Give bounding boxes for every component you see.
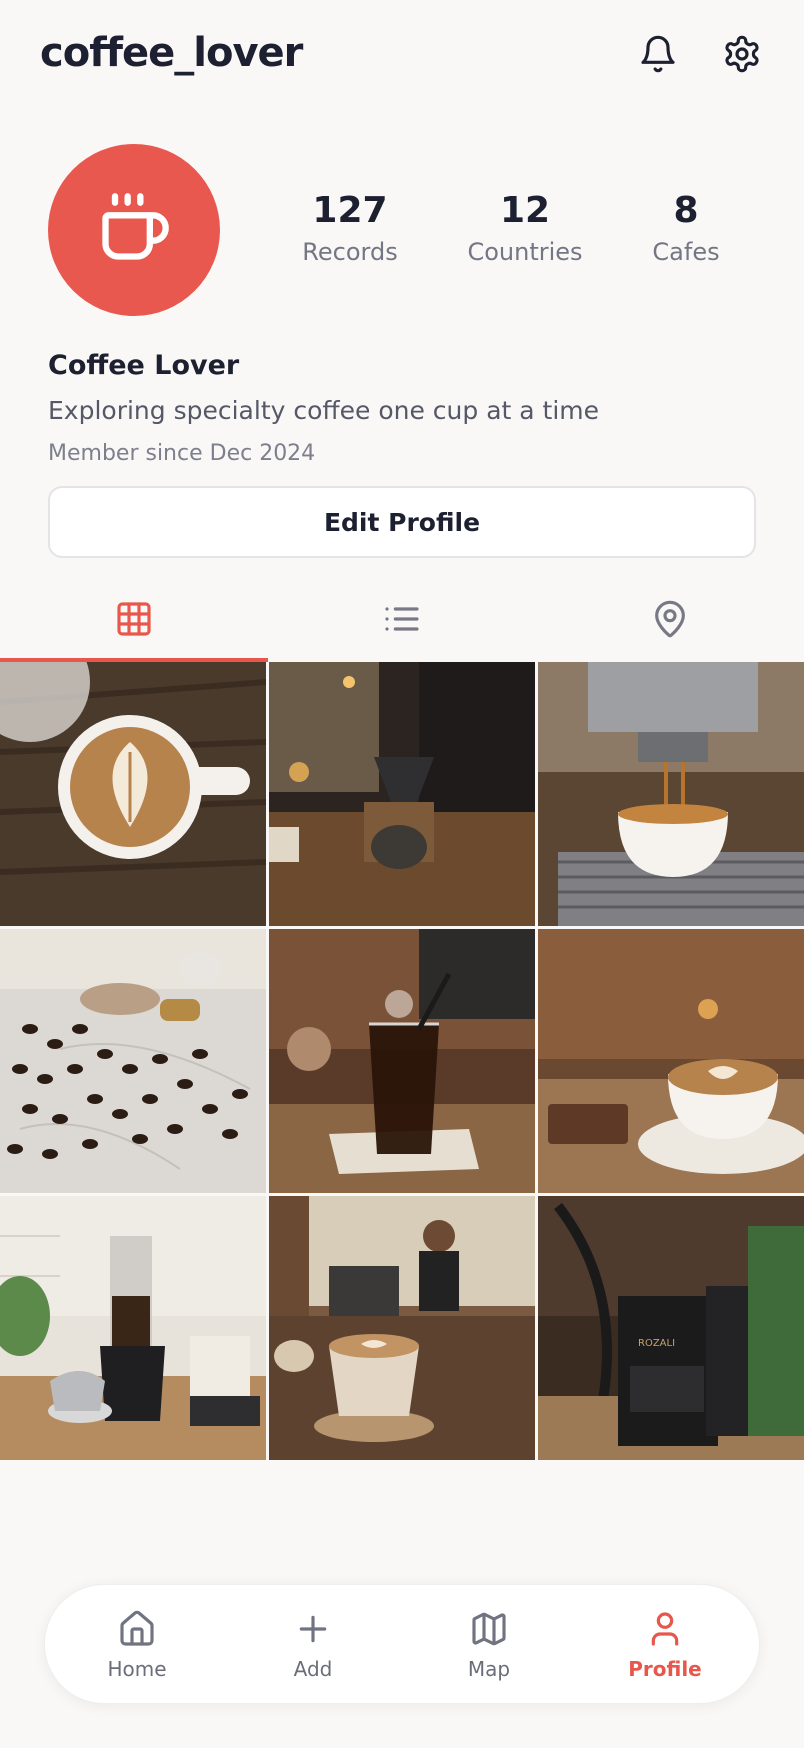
stat-label: Cafes bbox=[652, 238, 720, 266]
nav-profile[interactable]: Profile bbox=[605, 1607, 725, 1681]
grid-icon bbox=[114, 599, 154, 643]
stat-records[interactable]: 127 Records bbox=[296, 190, 404, 266]
plus-icon bbox=[253, 1607, 373, 1651]
nav-label: Home bbox=[107, 1657, 167, 1681]
bottom-nav: Home Add Map Profile bbox=[44, 1584, 760, 1704]
svg-text:ROZALI: ROZALI bbox=[638, 1338, 675, 1349]
tab-grid[interactable] bbox=[0, 580, 268, 662]
stat-value: 8 bbox=[673, 190, 699, 231]
content-tabs bbox=[0, 580, 804, 662]
photo-pour-over[interactable] bbox=[269, 662, 535, 926]
coffee-cup-icon bbox=[96, 190, 172, 270]
photo-grid: ROZALI bbox=[0, 662, 804, 1462]
nav-label: Profile bbox=[628, 1657, 702, 1681]
nav-label: Add bbox=[293, 1657, 333, 1681]
photo-cappuccino[interactable] bbox=[538, 929, 804, 1193]
stat-value: 127 bbox=[312, 190, 388, 231]
photo-aeropress[interactable] bbox=[0, 1196, 266, 1460]
stat-cafes[interactable]: 8 Cafes bbox=[636, 190, 736, 266]
stat-label: Countries bbox=[467, 238, 583, 266]
bio: Exploring specialty coffee one cup at a … bbox=[48, 396, 600, 425]
home-icon bbox=[77, 1607, 197, 1651]
stat-label: Records bbox=[302, 238, 398, 266]
bell-icon[interactable] bbox=[634, 30, 682, 78]
map-icon bbox=[429, 1607, 549, 1651]
photo-espresso[interactable] bbox=[538, 662, 804, 926]
photo-iced-cold-brew[interactable] bbox=[269, 929, 535, 1193]
display-name: Coffee Lover bbox=[48, 350, 240, 381]
map-pin-icon bbox=[650, 599, 690, 643]
nav-label: Map bbox=[467, 1657, 511, 1681]
photo-coffee-bags[interactable]: ROZALI bbox=[538, 1196, 804, 1460]
tab-list[interactable] bbox=[268, 580, 536, 662]
nav-map[interactable]: Map bbox=[429, 1607, 549, 1681]
edit-profile-button[interactable]: Edit Profile bbox=[48, 486, 756, 558]
user-icon bbox=[605, 1607, 725, 1651]
photo-latte-art[interactable] bbox=[0, 662, 266, 926]
stat-value: 12 bbox=[499, 190, 551, 231]
tab-map[interactable] bbox=[536, 580, 804, 662]
list-icon bbox=[382, 599, 422, 643]
photo-coffee-beans[interactable] bbox=[0, 929, 266, 1193]
username: coffee_lover bbox=[40, 30, 303, 76]
nav-add[interactable]: Add bbox=[253, 1607, 373, 1681]
top-bar: coffee_lover bbox=[0, 0, 804, 112]
avatar[interactable] bbox=[48, 144, 220, 316]
stat-countries[interactable]: 12 Countries bbox=[460, 190, 590, 266]
nav-home[interactable]: Home bbox=[77, 1607, 197, 1681]
member-since: Member since Dec 2024 bbox=[48, 441, 316, 466]
gear-icon[interactable] bbox=[718, 30, 766, 78]
photo-latte-counter[interactable] bbox=[269, 1196, 535, 1460]
